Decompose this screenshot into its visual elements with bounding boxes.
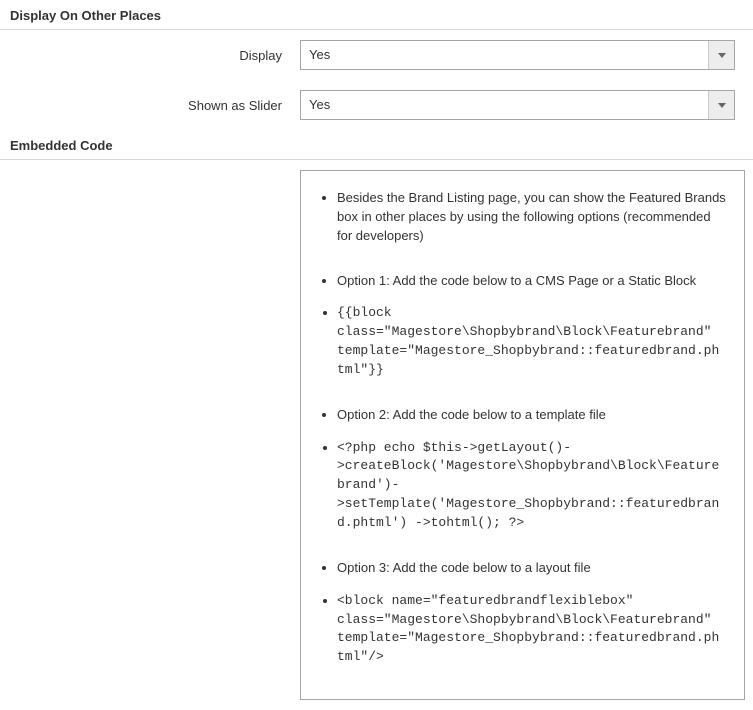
section-heading-display: Display On Other Places — [0, 0, 753, 30]
spacer — [337, 260, 726, 266]
embedded-opt1-label: Option 1: Add the code below to a CMS Pa… — [337, 272, 726, 291]
embedded-opt3-label: Option 3: Add the code below to a layout… — [337, 559, 726, 578]
control-wrap-slider: Yes — [300, 90, 743, 120]
control-wrap-display: Yes — [300, 40, 743, 70]
embedded-opt2-code: <?php echo $this->getLayout()->createBlo… — [337, 439, 726, 533]
spacer — [337, 547, 726, 553]
select-display-value: Yes — [301, 41, 708, 69]
section-heading-embedded: Embedded Code — [0, 130, 753, 160]
embedded-opt1-code: {{block class="Magestore\Shopbybrand\Blo… — [337, 304, 726, 379]
chevron-down-icon — [708, 41, 734, 69]
label-slider: Shown as Slider — [0, 98, 300, 113]
chevron-down-icon — [708, 91, 734, 119]
embedded-list: Besides the Brand Listing page, you can … — [319, 189, 726, 667]
select-slider[interactable]: Yes — [300, 90, 735, 120]
select-display[interactable]: Yes — [300, 40, 735, 70]
select-slider-value: Yes — [301, 91, 708, 119]
embedded-left-spacer — [0, 170, 300, 700]
embedded-opt2-label: Option 2: Add the code below to a templa… — [337, 406, 726, 425]
form-row-slider: Shown as Slider Yes — [0, 80, 753, 130]
form-row-display: Display Yes — [0, 30, 753, 80]
embedded-code-box: Besides the Brand Listing page, you can … — [300, 170, 745, 700]
embedded-intro: Besides the Brand Listing page, you can … — [337, 189, 726, 246]
embedded-body: Besides the Brand Listing page, you can … — [0, 160, 753, 710]
spacer — [337, 394, 726, 400]
label-display: Display — [0, 48, 300, 63]
embedded-opt3-code: <block name="featuredbrandflexiblebox" c… — [337, 592, 726, 667]
